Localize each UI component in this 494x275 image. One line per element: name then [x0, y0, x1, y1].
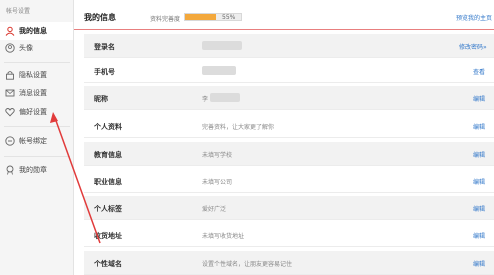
arrow-shaft — [54, 117, 101, 244]
annotation-arrow — [50, 112, 101, 244]
